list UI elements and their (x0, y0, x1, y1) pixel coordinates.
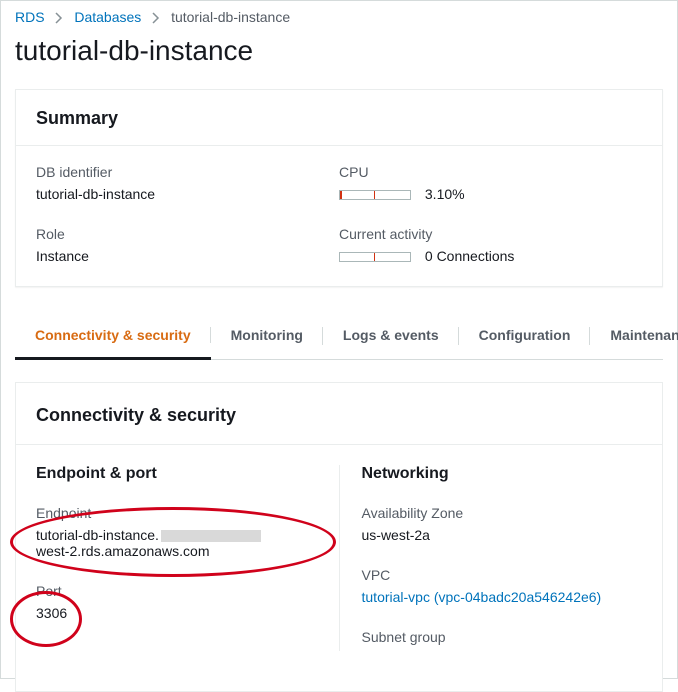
summary-heading: Summary (16, 90, 662, 146)
tabs: Connectivity & security Monitoring Logs … (15, 313, 663, 360)
db-identifier-value: tutorial-db-instance (36, 186, 339, 202)
endpoint-prefix: tutorial-db-instance. (36, 527, 159, 543)
chevron-right-icon (55, 12, 63, 24)
endpoint-label: Endpoint (36, 505, 317, 521)
az-value: us-west-2a (362, 527, 643, 543)
breadcrumb-current: tutorial-db-instance (171, 9, 290, 25)
tab-maintenance[interactable]: Maintenan (590, 313, 678, 359)
breadcrumb-databases[interactable]: Databases (74, 9, 141, 25)
connectivity-panel: Connectivity & security Endpoint & port … (15, 382, 663, 692)
port-label: Port (36, 583, 317, 599)
endpoint-port-title: Endpoint & port (36, 465, 317, 483)
az-label: Availability Zone (362, 505, 643, 521)
breadcrumb-root[interactable]: RDS (15, 9, 45, 25)
networking-title: Networking (362, 465, 643, 483)
db-identifier-label: DB identifier (36, 164, 339, 180)
cpu-value: 3.10% (425, 186, 465, 202)
endpoint-suffix: west-2.rds.amazonaws.com (36, 543, 210, 559)
breadcrumb: RDS Databases tutorial-db-instance (1, 9, 677, 31)
redacted-block (161, 530, 261, 542)
subnet-label: Subnet group (362, 629, 643, 645)
summary-panel: Summary DB identifier tutorial-db-instan… (15, 89, 663, 287)
vpc-link[interactable]: tutorial-vpc (vpc-04badc20a546242e6) (362, 589, 602, 605)
connectivity-heading: Connectivity & security (16, 383, 662, 445)
cpu-meter (339, 190, 411, 200)
page-title: tutorial-db-instance (15, 35, 663, 67)
tab-logs-events[interactable]: Logs & events (323, 313, 459, 359)
tab-configuration[interactable]: Configuration (459, 313, 591, 359)
tab-monitoring[interactable]: Monitoring (211, 313, 323, 359)
activity-value: 0 Connections (425, 248, 515, 264)
role-label: Role (36, 226, 339, 242)
activity-meter (339, 252, 411, 262)
role-value: Instance (36, 248, 339, 264)
column-divider (339, 465, 340, 651)
cpu-label: CPU (339, 164, 642, 180)
vpc-label: VPC (362, 567, 643, 583)
endpoint-value: tutorial-db-instance. west-2.rds.amazona… (36, 527, 317, 559)
chevron-right-icon (152, 12, 160, 24)
port-value: 3306 (36, 605, 317, 621)
activity-label: Current activity (339, 226, 642, 242)
tab-connectivity-security[interactable]: Connectivity & security (15, 313, 211, 360)
